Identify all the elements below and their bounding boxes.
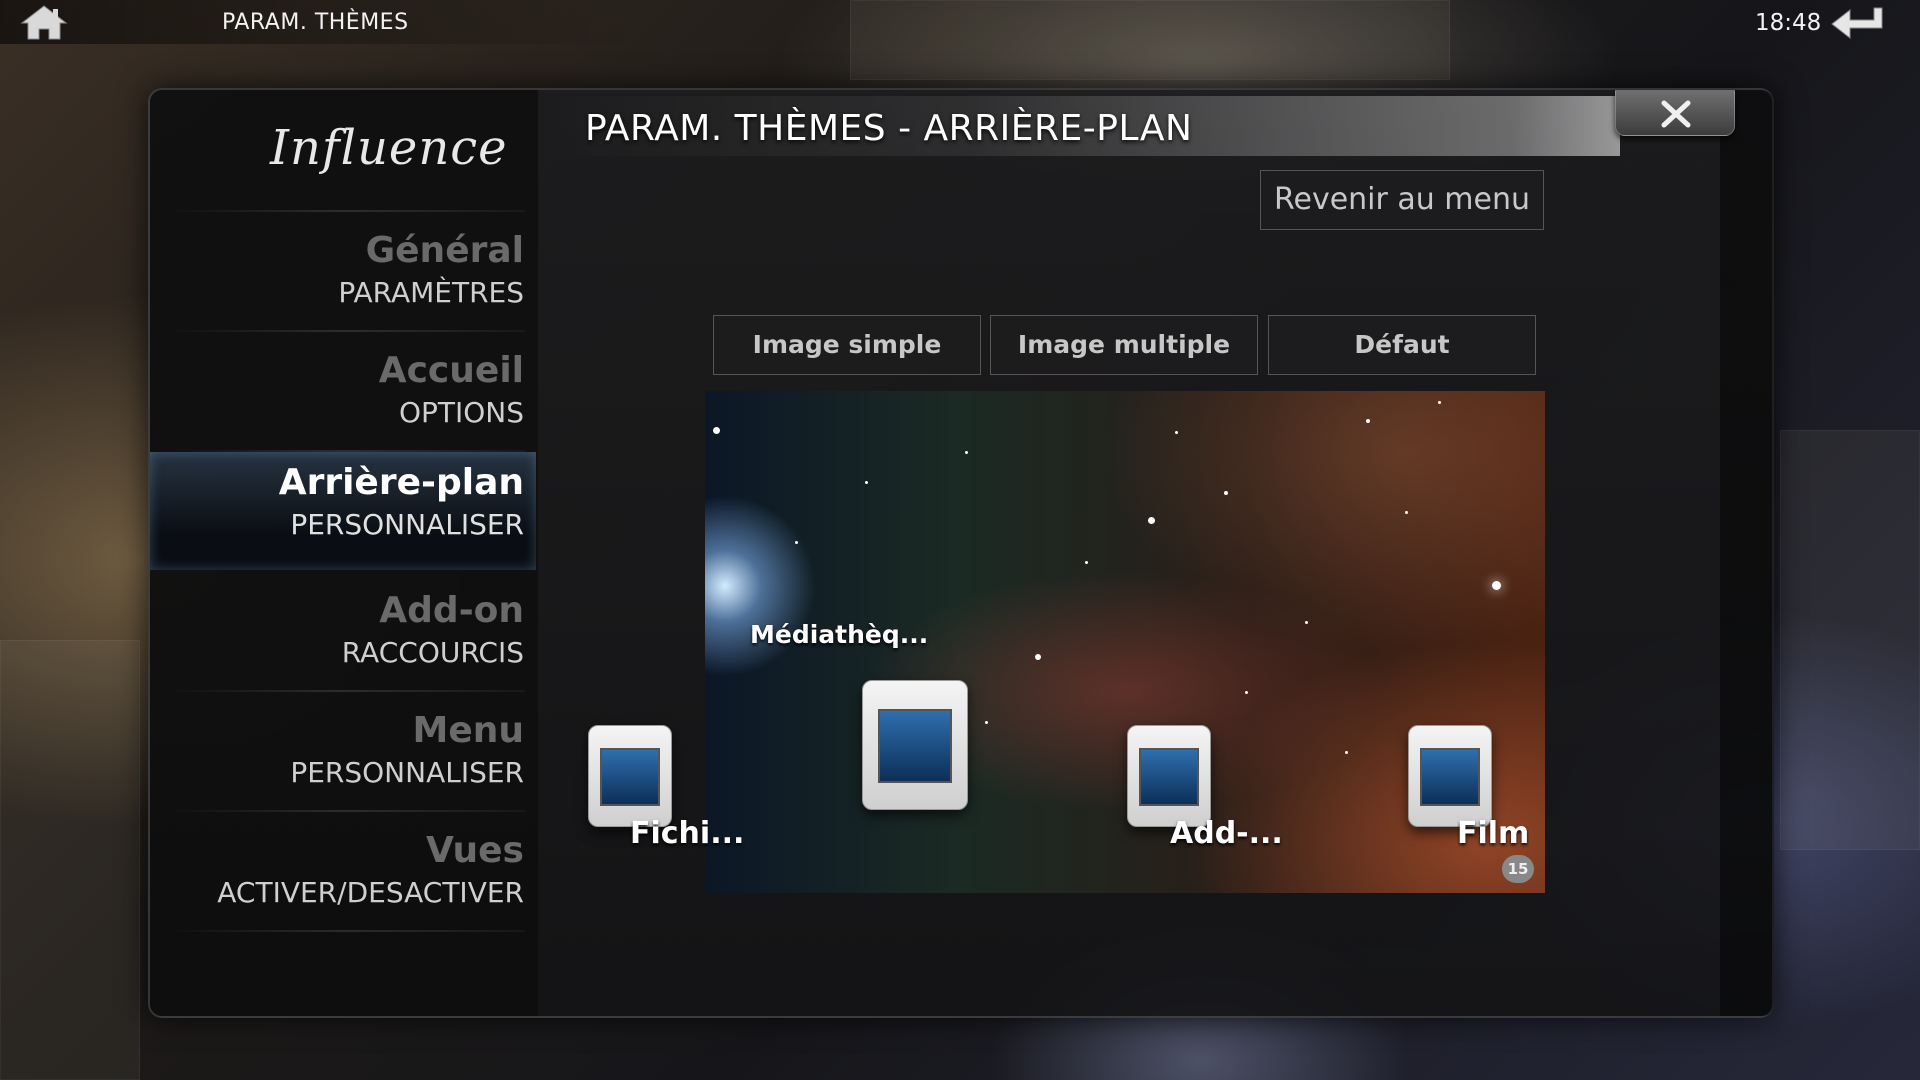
sidebar-item-subtitle: PERSONNALISER xyxy=(290,508,524,541)
preview-focused-label: Médiathèq... xyxy=(750,620,929,649)
star xyxy=(1035,654,1041,660)
device-screen xyxy=(1420,748,1480,806)
default-button[interactable]: Défaut xyxy=(1268,315,1536,375)
preview-item-label: Films xyxy=(1457,816,1529,851)
multiple-image-button[interactable]: Image multiple xyxy=(990,315,1258,375)
background-gear-shape xyxy=(1780,430,1920,850)
files-icon xyxy=(588,725,672,827)
star xyxy=(1366,419,1370,423)
dialog-right-strip xyxy=(1720,90,1774,1016)
star xyxy=(1245,691,1248,694)
sidebar-item-subtitle: PERSONNALISER xyxy=(290,756,524,789)
star xyxy=(985,721,988,724)
sidebar-item-background[interactable]: Arrière-plan PERSONNALISER xyxy=(150,452,536,570)
star xyxy=(1438,401,1441,404)
star xyxy=(1345,751,1348,754)
media-library-icon xyxy=(862,680,968,810)
star xyxy=(865,481,868,484)
star xyxy=(1305,621,1308,624)
influence-logo: Influence xyxy=(270,120,508,176)
star xyxy=(1405,511,1408,514)
preview-item-label: Add-... xyxy=(1170,816,1283,851)
close-button[interactable] xyxy=(1615,90,1735,136)
breadcrumb: PARAM. THÈMES xyxy=(222,10,409,35)
sidebar-item-menu[interactable]: Menu PERSONNALISER xyxy=(150,700,536,818)
device-screen xyxy=(600,748,660,806)
sidebar-item-subtitle: PARAMÈTRES xyxy=(338,276,524,309)
sidebar-item-subtitle: RACCOURCIS xyxy=(341,636,524,669)
sidebar-item-title: Général xyxy=(365,230,524,271)
sidebar-item-addon[interactable]: Add-on RACCOURCIS xyxy=(150,580,536,698)
star xyxy=(795,541,798,544)
background-gear-shape xyxy=(0,640,140,1080)
close-icon xyxy=(1661,100,1691,128)
sidebar-separator xyxy=(165,810,525,812)
clock: 18:48 xyxy=(1755,10,1822,36)
sidebar-item-general[interactable]: Général PARAMÈTRES xyxy=(150,220,536,338)
preview-item-label: Fichi... xyxy=(630,816,745,851)
sidebar-item-title: Menu xyxy=(412,710,525,751)
star xyxy=(1224,491,1228,495)
addons-puzzle-icon xyxy=(1127,725,1211,827)
item-count-badge: 15 xyxy=(1502,855,1534,883)
star xyxy=(1492,581,1501,590)
single-image-button[interactable]: Image simple xyxy=(713,315,981,375)
home-icon xyxy=(20,5,68,40)
sidebar-item-subtitle: ACTIVER/DESACTIVER xyxy=(217,876,524,909)
sidebar-item-title: Add-on xyxy=(379,590,524,631)
sidebar-item-home[interactable]: Accueil OPTIONS xyxy=(150,340,536,458)
sidebar-separator xyxy=(165,930,525,932)
sidebar-separator xyxy=(165,690,525,692)
star xyxy=(1085,561,1088,564)
home-button[interactable] xyxy=(18,3,70,41)
top-bar: PARAM. THÈMES 18:48 xyxy=(0,0,1920,44)
sidebar-item-subtitle: OPTIONS xyxy=(398,396,524,429)
sidebar-item-title: Accueil xyxy=(378,350,524,391)
sidebar-separator xyxy=(165,330,525,332)
star xyxy=(965,451,968,454)
sidebar-item-title: Vues xyxy=(425,830,524,871)
star xyxy=(1148,517,1155,524)
sidebar-item-views[interactable]: Vues ACTIVER/DESACTIVER xyxy=(150,820,536,938)
back-arrow-icon xyxy=(1831,7,1883,40)
star xyxy=(713,427,720,434)
device-screen xyxy=(1139,748,1199,806)
movies-icon xyxy=(1408,725,1492,827)
sidebar-separator xyxy=(165,210,525,212)
device-screen xyxy=(877,709,953,784)
sidebar-item-title: Arrière-plan xyxy=(278,462,524,503)
return-to-menu-button[interactable]: Revenir au menu xyxy=(1260,170,1544,230)
back-button[interactable] xyxy=(1828,6,1892,42)
page-title: PARAM. THÈMES - ARRIÈRE-PLAN xyxy=(585,108,1193,149)
star xyxy=(1175,431,1178,434)
